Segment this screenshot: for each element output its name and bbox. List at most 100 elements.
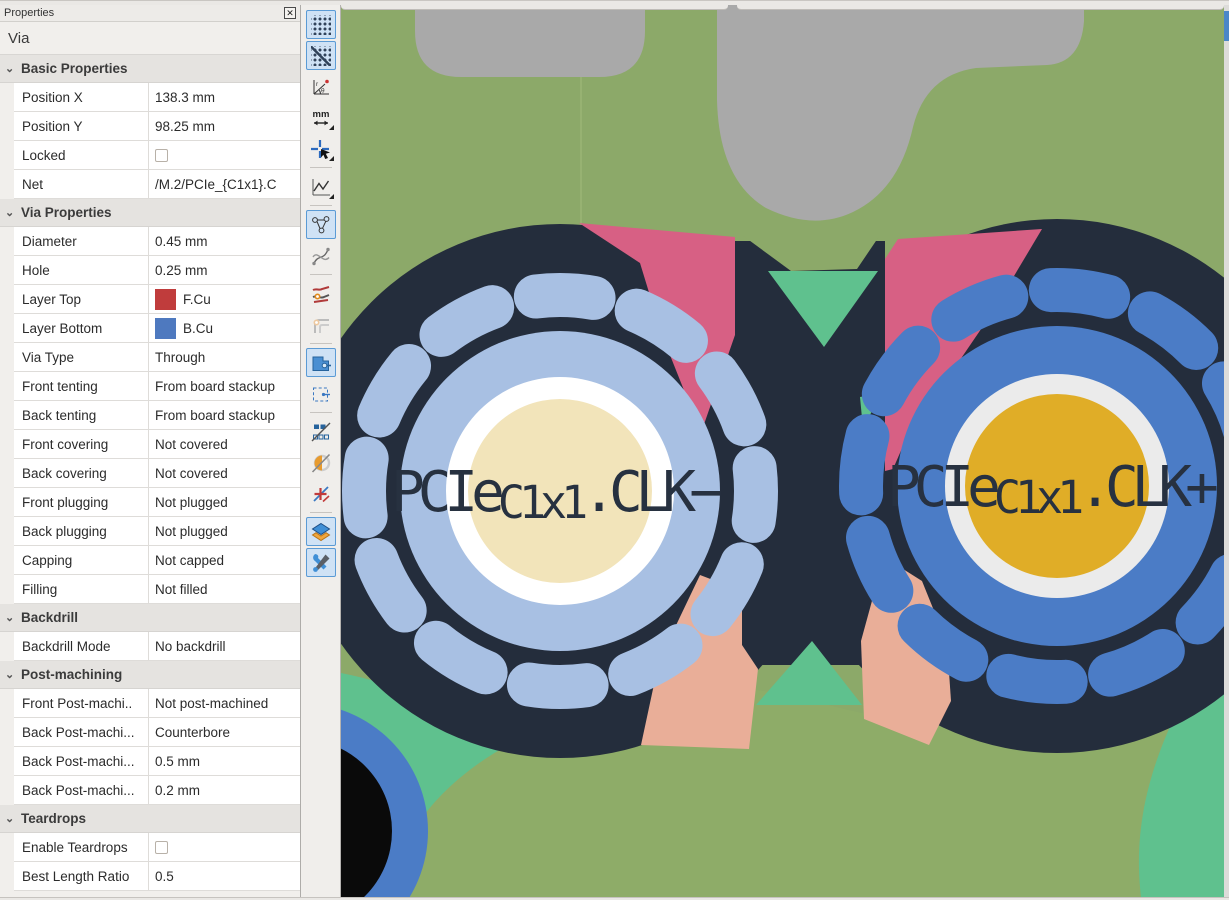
- selected-object-type: Via: [0, 22, 300, 54]
- layer-color-swatch[interactable]: [155, 289, 176, 310]
- toolbar-separator: [310, 412, 332, 413]
- property-row: Front tentingFrom board stackup: [14, 372, 300, 401]
- property-name: Layer Top: [14, 285, 148, 313]
- property-row: Back tentingFrom board stackup: [14, 401, 300, 430]
- sketch-footprints-button[interactable]: [306, 417, 336, 446]
- property-value[interactable]: F.Cu: [148, 285, 300, 313]
- section-header-teardrops[interactable]: ⌄Teardrops: [0, 805, 300, 833]
- close-icon[interactable]: ✕: [284, 7, 296, 19]
- property-name: Layer Bottom: [14, 314, 148, 342]
- vertical-scrollbar-thumb[interactable]: [1224, 11, 1229, 41]
- property-value[interactable]: 0.5 mm: [148, 747, 300, 775]
- property-value[interactable]: 138.3 mm: [148, 83, 300, 111]
- property-value[interactable]: 0.2 mm: [148, 776, 300, 804]
- section-header-backdrill[interactable]: ⌄Backdrill: [0, 604, 300, 632]
- svg-text:θ: θ: [321, 87, 325, 94]
- property-value-text: Not plugged: [155, 495, 228, 510]
- property-value-text: Not covered: [155, 466, 228, 481]
- property-value-text: Not plugged: [155, 524, 228, 539]
- property-row: Front covering Not covered: [14, 430, 300, 459]
- property-value[interactable]: Not covered: [148, 459, 300, 487]
- property-value[interactable]: 0.45 mm: [148, 227, 300, 255]
- property-name: Front covering: [14, 430, 148, 458]
- property-value[interactable]: Not post-machined: [148, 689, 300, 717]
- property-row: Layer TopF.Cu: [14, 285, 300, 314]
- vertical-scrollbar[interactable]: [1224, 5, 1229, 897]
- property-value-text: 0.5 mm: [155, 754, 200, 769]
- property-value-text: Not filled: [155, 582, 208, 597]
- board-view[interactable]: PCIeC1x1.CLK− PCIeC1x1.CLK+: [341, 5, 1224, 897]
- via-display-button[interactable]: [306, 479, 336, 508]
- units-mm-button[interactable]: mm: [306, 103, 336, 132]
- property-row: Enable Teardrops: [14, 833, 300, 862]
- property-value[interactable]: Through: [148, 343, 300, 371]
- property-name: Back covering: [14, 459, 148, 487]
- property-value[interactable]: B.Cu: [148, 314, 300, 342]
- property-value[interactable]: From board stackup: [148, 372, 300, 400]
- property-value[interactable]: Not capped: [148, 546, 300, 574]
- curved-ratsnest-button[interactable]: [306, 241, 336, 270]
- property-name: Back Post-machi...: [14, 776, 148, 804]
- ratsnest-line-mode-button[interactable]: [306, 172, 336, 201]
- property-row: Back Post-machi...0.5 mm: [14, 747, 300, 776]
- properties-panel: Properties ✕ Via ⌄Basic PropertiesPositi…: [0, 5, 301, 897]
- section-header-via-properties[interactable]: ⌄Via Properties: [0, 199, 300, 227]
- property-row: Layer Bottom B.Cu: [14, 314, 300, 343]
- property-value[interactable]: Not plugged: [148, 488, 300, 516]
- grid-visibility-icon: [311, 15, 331, 35]
- property-value-text: 0.2 mm: [155, 783, 200, 798]
- sketch-tracks-button[interactable]: [306, 279, 336, 308]
- checkbox-unchecked[interactable]: [155, 149, 168, 162]
- section-header-basic-properties[interactable]: ⌄Basic Properties: [0, 55, 300, 83]
- canvas-top-edge-left: [341, 5, 728, 10]
- pad-sketch-mode-icon: [310, 452, 332, 474]
- grid-override-button[interactable]: [306, 41, 336, 70]
- property-value[interactable]: 98.25 mm: [148, 112, 300, 140]
- section-label: Teardrops: [21, 811, 86, 826]
- property-value[interactable]: Not covered: [148, 430, 300, 458]
- checkbox-unchecked[interactable]: [155, 841, 168, 854]
- property-value[interactable]: No backdrill: [148, 632, 300, 660]
- property-row: Front Post-machi..Not post-machined: [14, 689, 300, 718]
- property-value[interactable]: 0.25 mm: [148, 256, 300, 284]
- pcb-canvas[interactable]: PCIeC1x1.CLK− PCIeC1x1.CLK+: [341, 5, 1229, 897]
- canvas-top-edge-right: [737, 5, 1224, 10]
- chevron-down-icon: ⌄: [5, 62, 15, 75]
- property-value[interactable]: Counterbore: [148, 718, 300, 746]
- layer-color-swatch[interactable]: [155, 318, 176, 339]
- property-row: Position X138.3 mm: [14, 83, 300, 112]
- property-value[interactable]: Not plugged: [148, 517, 300, 545]
- property-value[interactable]: 0.5: [148, 862, 300, 890]
- layer-manager-button[interactable]: [306, 517, 336, 546]
- chevron-down-icon: ⌄: [5, 206, 15, 219]
- property-value[interactable]: [148, 141, 300, 169]
- grid-visibility-button[interactable]: [306, 10, 336, 39]
- pad-sketch-mode-button[interactable]: [306, 448, 336, 477]
- property-value-text: Not covered: [155, 437, 228, 452]
- property-value[interactable]: Not filled: [148, 575, 300, 603]
- svg-text:mm: mm: [312, 109, 329, 120]
- property-name: Diameter: [14, 227, 148, 255]
- property-value-text: B.Cu: [183, 321, 213, 336]
- property-value-text: /M.2/PCIe_{C1x1}.C: [155, 177, 277, 192]
- cursor-shape-button[interactable]: [306, 134, 336, 163]
- pad-display-button[interactable]: [306, 310, 336, 339]
- zone-display-filled-button[interactable]: [306, 348, 336, 377]
- property-name: Position Y: [14, 112, 148, 140]
- show-ratsnest-button[interactable]: [306, 210, 336, 239]
- preferences-button[interactable]: [306, 548, 336, 577]
- property-value[interactable]: /M.2/PCIe_{C1x1}.C: [148, 170, 300, 198]
- property-name: Back Post-machi...: [14, 718, 148, 746]
- property-value[interactable]: [148, 833, 300, 861]
- app-window: Properties ✕ Via ⌄Basic PropertiesPositi…: [0, 0, 1229, 900]
- property-value-text: Counterbore: [155, 725, 230, 740]
- section-header-post-machining[interactable]: ⌄Post-machining: [0, 661, 300, 689]
- zone-display-outline-button[interactable]: [306, 379, 336, 408]
- property-row: Hole0.25 mm: [14, 256, 300, 285]
- property-row: Position Y98.25 mm: [14, 112, 300, 141]
- property-row: Via TypeThrough: [14, 343, 300, 372]
- polar-coordinates-button[interactable]: rθ: [306, 72, 336, 101]
- property-name: Position X: [14, 83, 148, 111]
- gray-pad-blob-left[interactable]: [415, 5, 645, 77]
- property-value[interactable]: From board stackup: [148, 401, 300, 429]
